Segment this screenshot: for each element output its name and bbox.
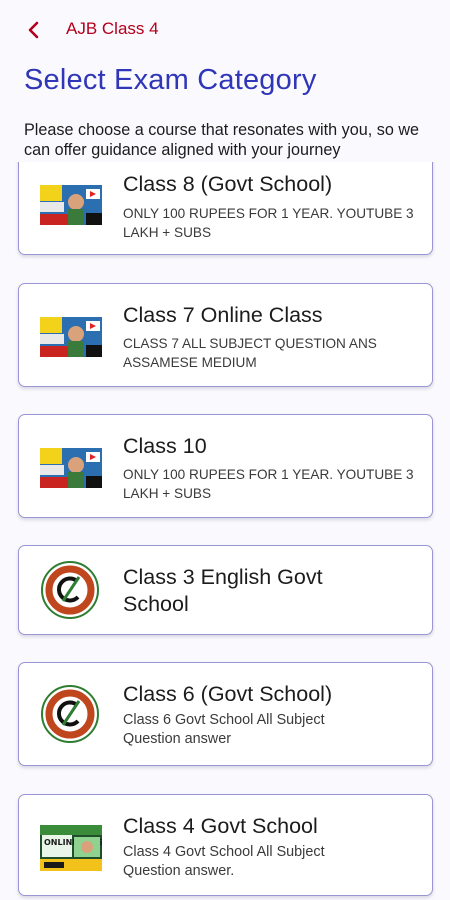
category-card[interactable]: Class 6 (Govt School) Class 6 Govt Schoo… bbox=[18, 662, 433, 766]
category-subtitle: ONLY 100 RUPEES FOR 1 YEAR. YOUTUBE 3 LA… bbox=[123, 206, 414, 240]
app-title: AJB Class 4 bbox=[66, 19, 159, 38]
top-app-bar: AJB Class 4 bbox=[0, 0, 450, 60]
school-logo-image bbox=[41, 561, 99, 619]
category-title: Class 7 Online Class bbox=[123, 303, 323, 327]
intro-text: Please choose a course that resonates wi… bbox=[24, 121, 420, 159]
page-title: Select Exam Category bbox=[24, 64, 317, 96]
category-card[interactable]: Class 3 English Govt School bbox=[18, 545, 433, 635]
category-subtitle: ONLY 100 RUPEES FOR 1 YEAR. YOUTUBE 3 LA… bbox=[123, 467, 414, 501]
youtube-thumbnail-image bbox=[40, 185, 102, 225]
youtube-thumbnail-image bbox=[40, 448, 102, 488]
category-subtitle: CLASS 7 ALL SUBJECT QUESTION ANS ASSAMES… bbox=[123, 336, 377, 370]
category-card[interactable]: Class 8 (Govt School) ONLY 100 RUPEES FO… bbox=[18, 162, 433, 255]
category-subtitle: Class 4 Govt School All Subject Question… bbox=[123, 844, 325, 879]
category-card[interactable]: ONLINE CLASS Class 4 Govt School Class 4… bbox=[18, 794, 433, 896]
school-logo-image bbox=[41, 685, 99, 743]
category-title: Class 3 English Govt School bbox=[123, 565, 323, 616]
category-card[interactable]: Class 10 ONLY 100 RUPEES FOR 1 YEAR. YOU… bbox=[18, 414, 433, 518]
category-list[interactable]: Class 8 (Govt School) ONLY 100 RUPEES FO… bbox=[0, 162, 450, 900]
category-card[interactable]: Class 7 Online Class CLASS 7 ALL SUBJECT… bbox=[18, 283, 433, 387]
category-title: Class 4 Govt School bbox=[123, 814, 318, 838]
category-title: Class 10 bbox=[123, 434, 207, 458]
category-subtitle: Class 6 Govt School All Subject Question… bbox=[123, 712, 325, 747]
chevron-left-icon bbox=[28, 21, 39, 39]
back-button[interactable] bbox=[20, 16, 48, 44]
online-class-banner-image: ONLINE CLASS bbox=[40, 825, 102, 871]
category-title: Class 8 (Govt School) bbox=[123, 172, 333, 196]
category-title: Class 6 (Govt School) bbox=[123, 682, 333, 706]
youtube-thumbnail-image bbox=[40, 317, 102, 357]
